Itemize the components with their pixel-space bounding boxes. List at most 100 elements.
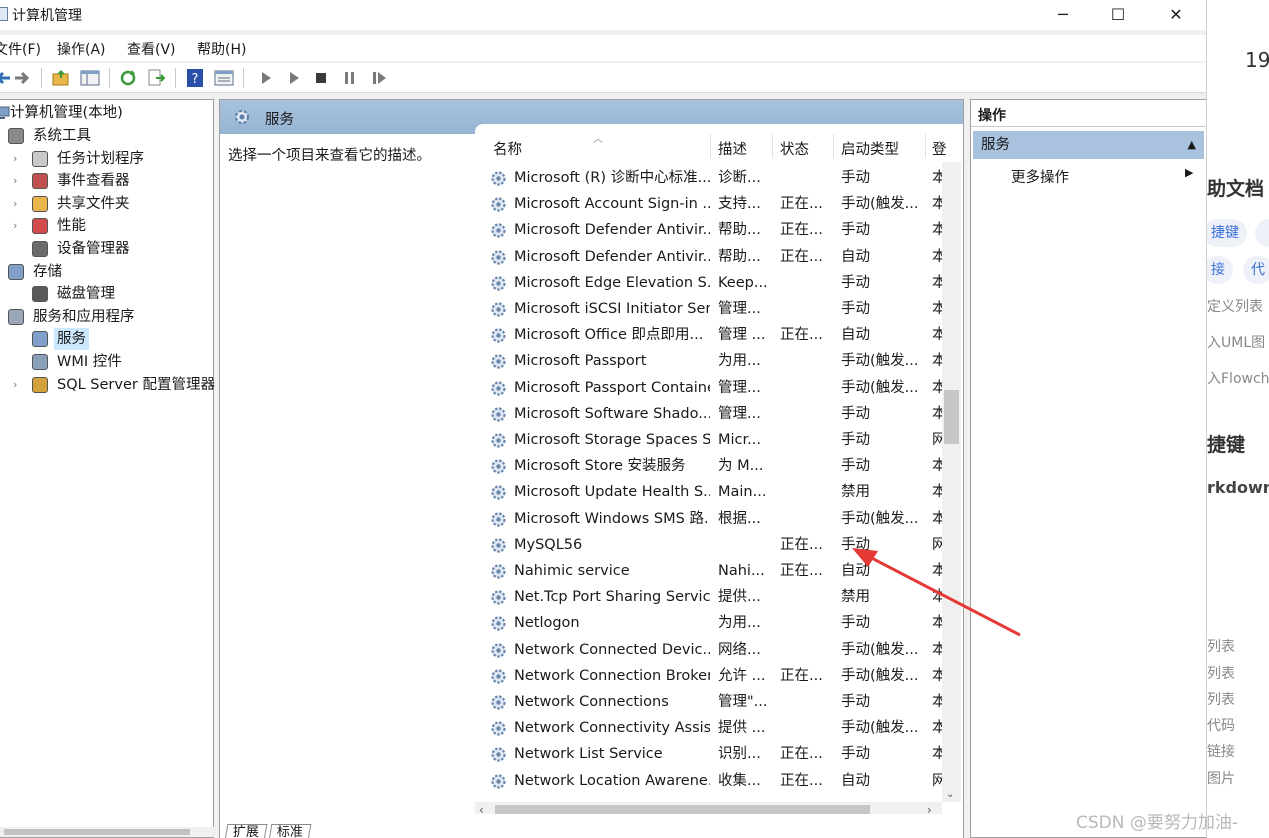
service-description: 根据... xyxy=(718,510,761,527)
up-folder-icon[interactable] xyxy=(51,68,71,88)
start-alt-icon[interactable] xyxy=(284,68,304,88)
start-service-icon[interactable] xyxy=(256,68,276,88)
service-description: 帮助... xyxy=(718,222,761,239)
service-row[interactable]: Microsoft Windows SMS 路... 根据... 手动(触发... 本 xyxy=(475,506,946,532)
tree-label: 共享文件夹 xyxy=(57,195,130,212)
service-row[interactable]: Network Connected Devic... 网络... 手动(触发... 本 xyxy=(475,637,946,663)
bg-pill[interactable]: 代 xyxy=(1243,256,1269,284)
service-row[interactable]: Network List Service 识别... 正在... 手动本 xyxy=(475,741,946,767)
tree-item[interactable]: 服务和应用程序 xyxy=(0,306,214,328)
collapse-up-icon[interactable]: ▲ xyxy=(1188,131,1196,159)
scroll-left-icon[interactable]: ‹ xyxy=(479,803,484,814)
show-hide-tree-icon[interactable] xyxy=(80,68,100,88)
service-name: Microsoft Office 即点即用... xyxy=(514,327,704,344)
tree-item[interactable]: 磁盘管理 xyxy=(0,283,214,305)
maximize-button[interactable]: ☐ xyxy=(1095,0,1141,30)
expand-chevron-icon[interactable]: › xyxy=(13,215,17,237)
tree-item[interactable]: WMI 控件 xyxy=(0,351,214,373)
gear-icon xyxy=(491,773,506,789)
tree-item[interactable]: 服务 xyxy=(0,328,214,351)
tree-item[interactable]: › SQL Server 配置管理器 xyxy=(0,374,215,396)
service-name: Microsoft Windows SMS 路... xyxy=(514,510,710,527)
scrollbar-thumb[interactable] xyxy=(495,805,870,814)
column-header-status[interactable]: 状态 xyxy=(780,138,809,159)
scroll-right-icon[interactable]: › xyxy=(927,803,932,814)
service-row[interactable]: Network Connection Broker 允许 ... 正在... 手动(触… xyxy=(475,663,946,689)
service-description: 帮助... xyxy=(718,248,761,265)
tree-horizontal-scrollbar[interactable] xyxy=(0,827,214,837)
help-icon[interactable]: ? xyxy=(185,68,205,88)
navigation-tree: 计算机管理(本地) 系统工具 › 任务计划程序 › 事件查看器 › 共享文件夹 › 性能 设备管理… xyxy=(0,99,215,838)
tree-item[interactable]: › 性能 xyxy=(0,215,214,237)
menu-file[interactable]: 文件(F) xyxy=(0,39,41,59)
pause-service-icon[interactable] xyxy=(340,68,360,88)
tree-item[interactable]: 系统工具 xyxy=(0,125,214,147)
tree-item[interactable]: 存储 xyxy=(0,261,214,283)
service-row[interactable]: Microsoft Storage Spaces S... Micr... 手动网 xyxy=(475,427,946,453)
stop-service-icon[interactable] xyxy=(311,68,331,88)
menu-help[interactable]: 帮助(H) xyxy=(197,39,246,59)
service-row[interactable]: Microsoft Passport Container 管理... 手动(触发..… xyxy=(475,375,946,401)
service-row[interactable]: Microsoft Store 安装服务为 M... 手动本 xyxy=(475,453,946,479)
submenu-arrow-icon[interactable]: ▶ xyxy=(1185,166,1193,179)
service-row[interactable]: Microsoft Account Sign-in ... 支持... 正在... 手… xyxy=(475,191,946,217)
minimize-button[interactable]: ─ xyxy=(1040,0,1086,30)
export-list-icon[interactable] xyxy=(146,68,166,88)
service-row[interactable]: Netlogon 为用... 手动本 xyxy=(475,610,946,636)
menu-view[interactable]: 查看(V) xyxy=(127,39,176,59)
refresh-icon[interactable] xyxy=(118,68,138,88)
column-header-startup-type[interactable]: 启动类型 xyxy=(841,138,899,159)
vertical-scrollbar[interactable]: ⌄ xyxy=(942,162,961,802)
service-row[interactable]: Network Connections 管理"... 手动本 xyxy=(475,689,946,715)
service-row[interactable]: Microsoft Passport 为用... 手动(触发... 本 xyxy=(475,348,946,374)
tree-item[interactable]: › 共享文件夹 xyxy=(0,193,214,215)
gear-icon xyxy=(491,564,506,579)
tree-item[interactable]: › 任务计划程序 xyxy=(0,148,214,170)
horizontal-scrollbar[interactable]: ‹ › xyxy=(475,802,942,814)
menu-action[interactable]: 操作(A) xyxy=(57,39,106,59)
bg-pill[interactable]: 接 xyxy=(1207,256,1233,284)
close-button[interactable]: ✕ xyxy=(1153,0,1199,30)
scrollbar-thumb[interactable] xyxy=(944,390,959,444)
forward-icon[interactable] xyxy=(12,68,32,88)
service-startup-type: 自动 xyxy=(841,327,870,344)
service-row[interactable]: Microsoft iSCSI Initiator Ser... 管理... 手动本 xyxy=(475,296,946,322)
properties-icon[interactable] xyxy=(214,68,234,88)
restart-service-icon[interactable] xyxy=(369,68,389,88)
service-row[interactable]: Microsoft Defender Antivir... 帮助... 正在... 手… xyxy=(475,217,946,243)
scroll-down-icon[interactable]: ⌄ xyxy=(946,789,954,800)
service-row[interactable]: Microsoft Edge Elevation S... Keep... 手动本 xyxy=(475,270,946,296)
expand-chevron-icon[interactable]: › xyxy=(13,193,17,215)
expand-chevron-icon[interactable]: › xyxy=(13,148,17,170)
bg-pill[interactable]: 捷键 xyxy=(1207,219,1247,247)
actions-section-services[interactable]: 服务 ▲ xyxy=(973,131,1204,159)
service-row[interactable]: Network Connectivity Assis... 提供 ... 手动(触发… xyxy=(475,715,946,741)
expand-chevron-icon[interactable]: › xyxy=(13,374,17,396)
tree-item[interactable]: 设备管理器 xyxy=(0,238,214,260)
scrollbar-thumb[interactable] xyxy=(4,829,190,835)
service-row[interactable]: MySQL56 正在... 手动网 xyxy=(475,532,946,558)
expand-chevron-icon[interactable]: › xyxy=(13,170,17,192)
column-header-logon[interactable]: 登 xyxy=(932,138,947,159)
column-header-description[interactable]: 描述 xyxy=(718,138,747,159)
tab-standard[interactable]: 标准 xyxy=(268,824,312,838)
gear-icon xyxy=(491,538,506,553)
bg-pill[interactable] xyxy=(1255,219,1269,247)
column-header-name[interactable]: 名称 xyxy=(493,138,522,159)
title-bar[interactable]: 计算机管理 ─ ☐ ✕ xyxy=(0,0,1206,30)
bg-subheading: rkdown xyxy=(1207,478,1269,497)
tree-label: 事件查看器 xyxy=(57,173,130,190)
tree-item[interactable]: › 事件查看器 xyxy=(0,170,214,192)
service-row[interactable]: Microsoft Defender Antivir... 帮助... 正在... 自… xyxy=(475,244,946,270)
service-row[interactable]: Microsoft Update Health S... Main... 禁用本 xyxy=(475,479,946,505)
more-actions[interactable]: 更多操作 xyxy=(1011,166,1069,187)
tab-extended[interactable]: 扩展 xyxy=(224,824,268,838)
service-row[interactable]: Nahimic service Nahi... 正在... 自动本 xyxy=(475,558,946,584)
gear-icon xyxy=(491,407,506,422)
service-row[interactable]: Microsoft Software Shado... 管理... 手动本 xyxy=(475,401,946,427)
service-row[interactable]: Microsoft Office 即点即用... 管理 ... 正在... 自动本 xyxy=(475,322,946,348)
service-startup-type: 手动(触发... xyxy=(841,196,919,213)
service-row[interactable]: Network Location Awarene... 收集... 正在... 自动网 xyxy=(475,768,946,794)
service-row[interactable]: Net.Tcp Port Sharing Service 提供... 禁用本 xyxy=(475,584,946,610)
service-row[interactable]: Microsoft (R) 诊断中心标准... 诊断... 手动本 xyxy=(475,165,946,191)
